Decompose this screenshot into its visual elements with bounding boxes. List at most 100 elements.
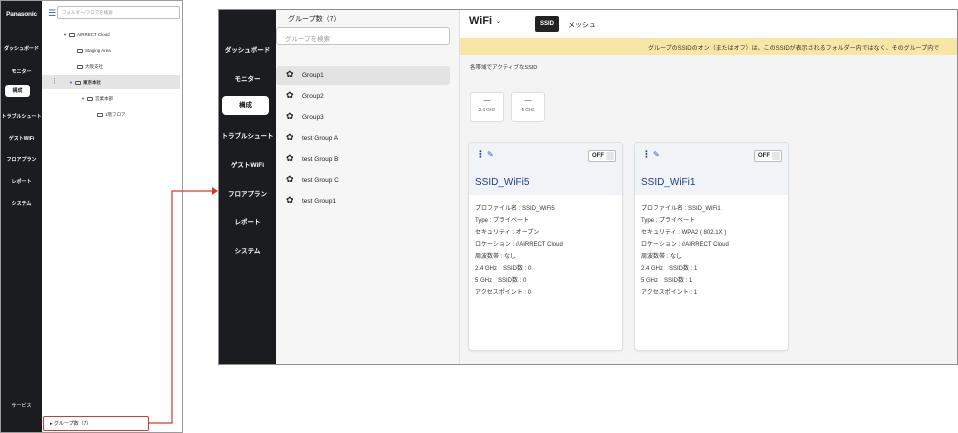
nav-service[interactable]: サービス (1, 402, 42, 409)
band-value: — (524, 97, 532, 104)
group-item-test-group-c[interactable]: ✿ test Group C (276, 171, 450, 190)
ssid-prop-5ghz: 5 GHz SSID数 : 1 (641, 278, 693, 284)
nav-floorplan[interactable]: フロアプラン (1, 156, 42, 163)
band-label: 5 GHz (521, 107, 535, 112)
floor-icon (97, 112, 103, 117)
ssid-prop-type: Type : プライベート (475, 218, 530, 224)
group-icon: ✿ (286, 111, 294, 121)
group-item-group1[interactable]: ✿ Group1 (276, 66, 450, 85)
group-count-title: グループ数（7） (288, 16, 341, 23)
right-screenshot: ダッシュボード モニター 構成 トラブルシュート ゲストWiFi フロアプラン … (218, 9, 958, 365)
tab-ssid[interactable]: SSID (535, 16, 559, 32)
ssid-prop-ap: アクセスポイント : 0 (475, 290, 532, 296)
ssid-card-wifi5: ⋮ ✎ OFF SSID_WiFi5 プロファイル名 : SSID_WiFi5 … (468, 142, 623, 351)
brand-logo: Panasonic (6, 11, 37, 18)
folder-tree-panel: ☰ フォルダー/フロアを検索 (42, 1, 182, 432)
ssid-toggle[interactable]: OFF (588, 150, 616, 162)
chevron-down-icon[interactable]: ⌄ (496, 18, 501, 25)
left-screenshot: Panasonic ダッシュボード モニター 構成 トラブルシュート ゲストWi… (0, 0, 183, 433)
tab-mesh[interactable]: メッシュ (568, 20, 596, 30)
nav-guest-wifi[interactable]: ゲストWiFi (219, 159, 276, 169)
group-icon: ✿ (286, 69, 294, 79)
group-item-group3[interactable]: ✿ Group3 (276, 108, 450, 127)
folder-icon (68, 32, 75, 37)
group-icon: ✿ (286, 195, 294, 205)
wifi-title[interactable]: WiFi (469, 15, 492, 27)
tree-node-osaka[interactable]: 大阪支社 (77, 64, 103, 70)
ssid-prop-band: 周波数帯 : なし (475, 254, 517, 260)
nav-system[interactable]: システム (1, 200, 42, 207)
group-count-expander[interactable]: ▸ グループ数（7） (43, 416, 149, 431)
kebab-menu-icon[interactable]: ⋮ (642, 150, 651, 159)
nav-troubleshoot[interactable]: トラブルシュート (1, 113, 42, 120)
wifi-main-panel: WiFi ⌄ SSID メッシュ グループのSSIDのオン（またはオフ）は、この… (460, 10, 957, 364)
group-list-panel: グループ数（7） グループを検索 ✿ Group1 ✿ Group2 ✿ Group3… (276, 10, 460, 364)
expand-triangle-icon[interactable]: ▼ (69, 80, 73, 85)
expand-triangle-icon[interactable]: ▼ (81, 96, 85, 101)
ssid-prop-security: セキュリティ : オープン (475, 230, 540, 236)
nav-floorplan[interactable]: フロアプラン (219, 188, 276, 198)
left-sidebar-nav: Panasonic ダッシュボード モニター 構成 トラブルシュート ゲストWi… (1, 1, 42, 432)
ssid-card-wifi1: ⋮ ✎ OFF SSID_WiFi1 プロファイル名 : SSID_WiFi1 … (634, 142, 789, 351)
tree-node-airrect-cloud[interactable]: ▼ AIRRECT Cloud (63, 32, 110, 37)
ssid-prop-security: セキュリティ : WPA2 ( 802.1X ) (641, 230, 727, 236)
ssid-title: SSID_WiFi1 (641, 177, 696, 188)
group-icon: ✿ (286, 132, 294, 142)
nav-configuration[interactable]: 構成 (5, 85, 30, 97)
tree-node-tokyo[interactable]: ▼ 東京本社 (69, 80, 101, 86)
edit-pencil-icon[interactable]: ✎ (653, 150, 660, 159)
nav-guest-wifi[interactable]: ゲストWiFi (1, 135, 42, 142)
ssid-prop-ap: アクセスポイント : 1 (641, 290, 698, 296)
nav-monitor[interactable]: モニター (219, 73, 276, 83)
expand-triangle-icon[interactable]: ▼ (63, 32, 67, 37)
ssid-prop-band: 周波数帯 : なし (641, 254, 683, 260)
ssid-prop-24ghz: 2.4 GHz SSID数 : 1 (641, 266, 698, 272)
folder-icon (86, 96, 93, 101)
band-label: 2.4 GHz (478, 107, 496, 112)
ssid-prop-5ghz: 5 GHz SSID数 : 0 (475, 278, 527, 284)
info-banner: グループのSSIDのオン（またはオフ）は、このSSIDが表示されるフォルダー内で… (460, 38, 957, 55)
nav-report[interactable]: レポート (1, 178, 42, 185)
tree-selection-highlight (42, 75, 180, 89)
active-ssid-label: 各帯域でアクティブなSSID (470, 65, 538, 71)
main-sidebar-nav: ダッシュボード モニター 構成 トラブルシュート ゲストWiFi フロアプラン … (219, 10, 276, 364)
group-item-test-group-b[interactable]: ✿ test Group B (276, 150, 450, 169)
nav-configuration[interactable]: 構成 (222, 96, 269, 115)
nav-report[interactable]: レポート (219, 216, 276, 226)
ssid-prop-location: ロケーション : //AIRRECT Cloud (475, 242, 563, 248)
ssid-toggle[interactable]: OFF (754, 150, 782, 162)
tree-node-sales[interactable]: ▼ 営業本部 (81, 96, 113, 102)
more-options-icon[interactable]: ⋮ (51, 78, 58, 85)
group-item-group2[interactable]: ✿ Group2 (276, 87, 450, 106)
ssid-prop-profile: プロファイル名 : SSID_WiFi1 (641, 206, 721, 212)
group-item-test-group1[interactable]: ✿ test Group1 (276, 192, 450, 211)
tree-node-floor1[interactable]: 1階フロア (97, 112, 126, 118)
tree-node-staging-area[interactable]: Staging Area (77, 48, 111, 53)
group-icon: ✿ (286, 90, 294, 100)
nav-dashboard[interactable]: ダッシュボード (1, 45, 42, 52)
folder-icon (74, 80, 81, 85)
nav-system[interactable]: システム (219, 245, 276, 255)
ssid-title: SSID_WiFi5 (475, 177, 530, 188)
wifi-header: WiFi ⌄ SSID メッシュ (460, 10, 957, 38)
band-card-2-4ghz: — 2.4 GHz (470, 92, 504, 122)
edit-pencil-icon[interactable]: ✎ (487, 150, 494, 159)
ssid-prop-24ghz: 2.4 GHz SSID数 : 0 (475, 266, 532, 272)
nav-troubleshoot[interactable]: トラブルシュート (219, 130, 276, 140)
band-value: — (483, 97, 491, 104)
band-card-5ghz: — 5 GHz (511, 92, 545, 122)
nav-dashboard[interactable]: ダッシュボード (219, 44, 276, 54)
group-icon: ✿ (286, 174, 294, 184)
group-count-label: グループ数（7） (53, 421, 92, 427)
ssid-prop-location: ロケーション : //AIRRECT Cloud (641, 242, 729, 248)
ssid-prop-profile: プロファイル名 : SSID_WiFi5 (475, 206, 555, 212)
group-item-test-group-a[interactable]: ✿ test Group A (276, 129, 450, 148)
ssid-prop-type: Type : プライベート (641, 218, 696, 224)
folder-icon (77, 64, 83, 69)
expand-triangle-icon: ▸ (50, 421, 53, 427)
folder-search-input[interactable]: フォルダー/フロアを検索 (57, 6, 180, 19)
hamburger-menu-icon[interactable]: ☰ (48, 8, 56, 19)
kebab-menu-icon[interactable]: ⋮ (476, 150, 485, 159)
group-search-input[interactable]: グループを検索 (276, 27, 450, 45)
nav-monitor[interactable]: モニター (1, 68, 42, 75)
